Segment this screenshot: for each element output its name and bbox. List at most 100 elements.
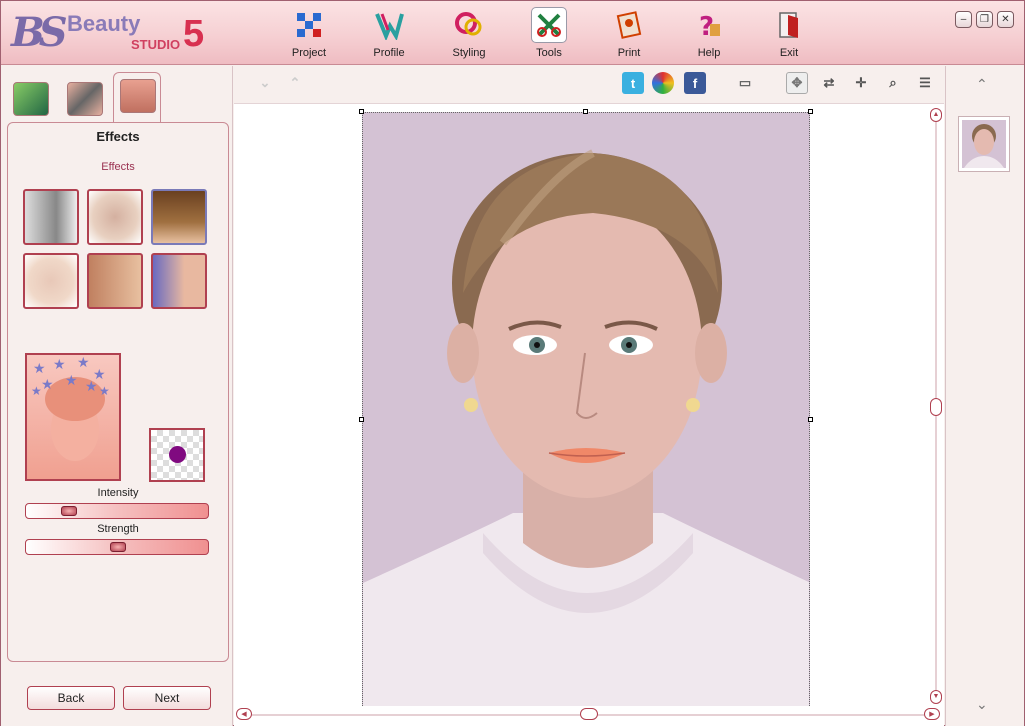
app-logo: BS Beauty STUDIO 5 [7, 7, 217, 59]
nav-styling-button[interactable]: Styling [429, 1, 509, 65]
move-icon[interactable]: ✥ [786, 72, 808, 94]
resize-handle-t[interactable] [583, 109, 588, 114]
main-nav: Project Profile Styling Tools Print ? He… [269, 1, 829, 65]
scroll-down-icon[interactable]: ▼ [930, 690, 942, 704]
photo-thumbnail[interactable] [958, 116, 1010, 172]
logo-beauty-text: Beauty [67, 11, 141, 36]
menu-icon[interactable]: ☰ [914, 72, 936, 94]
svg-text:★: ★ [41, 376, 54, 392]
project-icon [291, 7, 327, 43]
panel-title: Effects [96, 129, 140, 144]
left-panel: Effects Effects ★ ★ ★ ★ ★ ★ ★ ★ ★ Intens… [1, 66, 233, 726]
logo-mark: BS [11, 9, 68, 56]
close-icon[interactable]: ✕ [997, 11, 1014, 28]
nav-print-button[interactable]: Print [589, 1, 669, 65]
chevron-up-icon[interactable]: ⌃ [284, 72, 306, 94]
strength-slider[interactable] [25, 539, 209, 555]
nav-project-label: Project [291, 47, 327, 59]
thumbnail-strip: ⌃ ⌄ [945, 66, 1024, 726]
scroll-up-icon[interactable]: ▲ [930, 108, 942, 122]
effects-tab-icon [120, 79, 156, 113]
tab-brush[interactable] [7, 76, 55, 126]
tab-comb[interactable] [61, 76, 109, 126]
intensity-slider-knob[interactable] [60, 506, 77, 516]
intensity-label: Intensity [97, 487, 139, 499]
next-button[interactable]: Next [123, 686, 211, 710]
svg-text:★: ★ [99, 384, 110, 398]
resize-handle-tl[interactable] [359, 109, 364, 114]
nav-exit-button[interactable]: Exit [749, 1, 829, 65]
resize-handle-r[interactable] [808, 417, 813, 422]
effect-pattern-thumb[interactable] [151, 253, 207, 309]
resize-handle-tr[interactable] [808, 109, 813, 114]
rotate-icon[interactable]: ⇄ [818, 72, 840, 94]
photo-icon[interactable]: ▭ [734, 72, 756, 94]
print-icon [611, 7, 647, 43]
header-bar: BS Beauty STUDIO 5 Project Profile Styli… [1, 1, 1024, 65]
back-button[interactable]: Back [27, 686, 115, 710]
svg-text:★: ★ [65, 372, 78, 388]
thumbnails-up-icon[interactable]: ⌃ [976, 76, 988, 93]
svg-text:★: ★ [33, 360, 46, 376]
twitter-icon[interactable]: t [622, 72, 644, 94]
vertical-scrollbar[interactable]: ▲ ▼ [930, 106, 942, 706]
nav-help-button[interactable]: ? Help [669, 1, 749, 65]
nav-exit-label: Exit [779, 47, 799, 59]
nav-project-button[interactable]: Project [269, 1, 349, 65]
color-swatch[interactable] [149, 428, 205, 482]
restore-icon[interactable]: ❐ [976, 11, 993, 28]
canvas-area: ⌄ ⌃ t f ▭ ✥ ⇄ ✛ ⌕ ☰ ▲ ▼ ◀ ▶ [234, 66, 944, 726]
svg-text:★: ★ [77, 355, 90, 370]
share-icon[interactable] [652, 72, 674, 94]
crosshair-icon[interactable]: ✛ [850, 72, 872, 94]
svg-text:★: ★ [85, 378, 98, 394]
logo-version: 5 [183, 13, 205, 55]
profile-icon [371, 7, 407, 43]
tab-effects[interactable] [113, 72, 161, 128]
nav-print-label: Print [617, 47, 641, 59]
canvas-toolbar: ⌄ ⌃ t f ▭ ✥ ⇄ ✛ ⌕ ☰ [234, 66, 944, 104]
nav-styling-label: Styling [452, 47, 486, 59]
horizontal-scrollbar[interactable]: ◀ ▶ [234, 706, 944, 724]
nav-profile-button[interactable]: Profile [349, 1, 429, 65]
effect-sparkle-thumb[interactable] [151, 189, 207, 245]
effect-dissolve-thumb[interactable] [87, 189, 143, 245]
vertical-scroll-thumb[interactable] [930, 398, 942, 416]
chevron-down-icon[interactable]: ⌄ [254, 72, 276, 94]
logo-studio-text: STUDIO [131, 37, 181, 52]
resize-handle-l[interactable] [359, 417, 364, 422]
facebook-icon[interactable]: f [684, 72, 706, 94]
horizontal-scroll-thumb[interactable] [580, 708, 598, 720]
swatch-color-dot [169, 446, 186, 463]
brush-tab-icon [13, 82, 49, 116]
tools-icon [531, 7, 567, 43]
minimize-icon[interactable]: – [955, 11, 972, 28]
styling-icon [451, 7, 487, 43]
image-canvas[interactable] [234, 104, 934, 714]
effect-preview: ★ ★ ★ ★ ★ ★ ★ ★ ★ [25, 353, 121, 481]
effects-panel: Effects Effects ★ ★ ★ ★ ★ ★ ★ ★ ★ Intens… [7, 122, 229, 662]
help-icon: ? [691, 7, 727, 43]
nav-profile-label: Profile [373, 47, 405, 59]
panel-subtitle: Effects [101, 161, 135, 173]
portrait-photo[interactable] [362, 112, 810, 714]
comb-tab-icon [67, 82, 103, 116]
nav-tools-label: Tools [536, 47, 562, 59]
effect-grayscale-thumb[interactable] [23, 189, 79, 245]
effect-warm-thumb[interactable] [87, 253, 143, 309]
zoom-icon[interactable]: ⌕ [882, 72, 904, 94]
exit-icon [771, 7, 807, 43]
scroll-right-icon[interactable]: ▶ [924, 708, 940, 720]
thumbnails-down-icon[interactable]: ⌄ [976, 696, 988, 713]
nav-tools-button[interactable]: Tools [509, 1, 589, 65]
svg-text:★: ★ [53, 356, 66, 372]
nav-help-label: Help [697, 47, 721, 59]
app-window: BS Beauty STUDIO 5 Project Profile Styli… [0, 0, 1025, 726]
strength-slider-knob[interactable] [110, 542, 126, 552]
intensity-slider[interactable] [25, 503, 209, 519]
effect-blur-thumb[interactable] [23, 253, 79, 309]
window-controls: – ❐ ✕ [955, 11, 1014, 28]
scroll-left-icon[interactable]: ◀ [236, 708, 252, 720]
svg-text:★: ★ [31, 384, 42, 398]
strength-label: Strength [97, 523, 139, 535]
